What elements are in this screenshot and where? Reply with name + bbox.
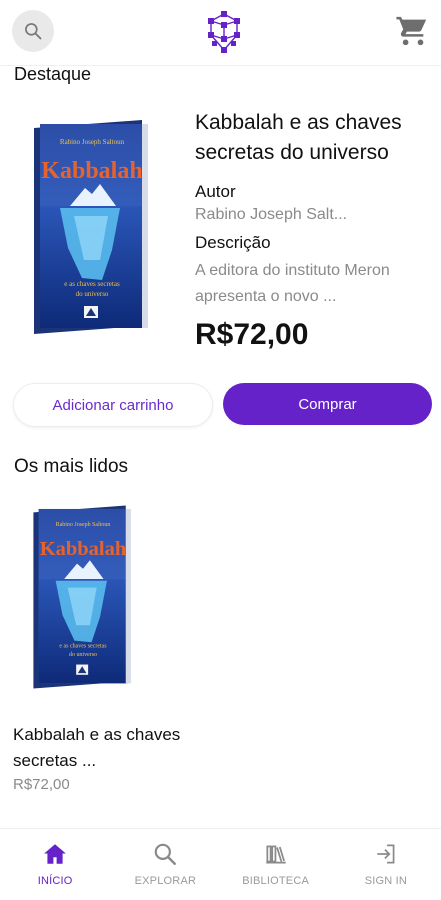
cover-subtitle-line2: do universo xyxy=(76,290,109,298)
cover-subtitle-line1: e as chaves secretas xyxy=(64,280,120,288)
library-icon xyxy=(265,845,286,864)
search-icon xyxy=(155,843,177,865)
featured-book-cover[interactable]: Rabino Joseph Saltoun Kabbalah e as chav… xyxy=(30,120,154,334)
cart-icon xyxy=(396,16,427,46)
cover-title-text: Kabbalah xyxy=(41,158,142,184)
buy-button[interactable]: Comprar xyxy=(223,383,432,425)
nav-label-explorar: EXPLORAR xyxy=(134,875,197,887)
nav-label-biblioteca: BIBLIOTECA xyxy=(242,875,310,887)
author-label: Autor xyxy=(195,182,236,201)
search-button[interactable] xyxy=(12,10,54,52)
featured-book-info: Kabbalah e as chaves secretas do univers… xyxy=(195,108,435,352)
nav-label-sign-in: SIGN IN xyxy=(364,875,408,887)
cover-subtitle-line1: e as chaves secretas xyxy=(59,643,107,649)
app-logo[interactable] xyxy=(203,10,245,54)
add-to-cart-button[interactable]: Adicionar carrinho xyxy=(13,383,213,427)
bottom-navigation: INÍCIO EXPLORAR BIBLIOTECA SIGN IN xyxy=(0,828,441,900)
book-card-title[interactable]: Kabbalah e as chaves secretas ... xyxy=(13,722,183,774)
book-cover-image: Rabino Joseph Saltoun Kabbalah e as chav… xyxy=(34,120,148,334)
home-icon xyxy=(44,844,66,864)
author-value: Rabino Joseph Salt... xyxy=(195,206,348,223)
description-value: A editora do instituto Meron apresenta o… xyxy=(195,262,390,305)
top-app-bar xyxy=(0,0,441,66)
search-icon xyxy=(25,23,42,40)
nav-item-sign-in[interactable]: SIGN IN xyxy=(331,829,441,900)
nav-item-explorar[interactable]: EXPLORAR xyxy=(110,829,220,900)
cart-button[interactable] xyxy=(395,14,429,48)
sign-in-icon xyxy=(377,844,395,864)
most-read-section-title: Os mais lidos xyxy=(14,456,129,477)
description-label: Descrição xyxy=(195,233,271,252)
nav-item-biblioteca[interactable]: BIBLIOTECA xyxy=(221,829,331,900)
book-cover-image: Rabino Joseph Saltoun Kabbalah e as chav… xyxy=(33,505,131,689)
hexagon-network-logo xyxy=(208,11,240,53)
featured-section-title: Destaque xyxy=(14,64,92,84)
cover-title-text: Kabbalah xyxy=(40,538,127,560)
featured-price: R$72,00 xyxy=(195,318,309,351)
cover-subtitle-line2: do universo xyxy=(69,652,97,658)
nav-label-inicio: INÍCIO xyxy=(37,875,73,887)
book-card-cover[interactable]: Rabino Joseph Saltoun Kabbalah e as chav… xyxy=(30,505,136,689)
cover-author-text: Rabino Joseph Saltoun xyxy=(60,138,125,146)
featured-book-title[interactable]: Kabbalah e as chaves secretas do univers… xyxy=(195,108,435,168)
cover-author-text: Rabino Joseph Saltoun xyxy=(56,522,111,528)
book-card-price: R$72,00 xyxy=(13,776,70,793)
nav-item-inicio[interactable]: INÍCIO xyxy=(0,829,110,900)
